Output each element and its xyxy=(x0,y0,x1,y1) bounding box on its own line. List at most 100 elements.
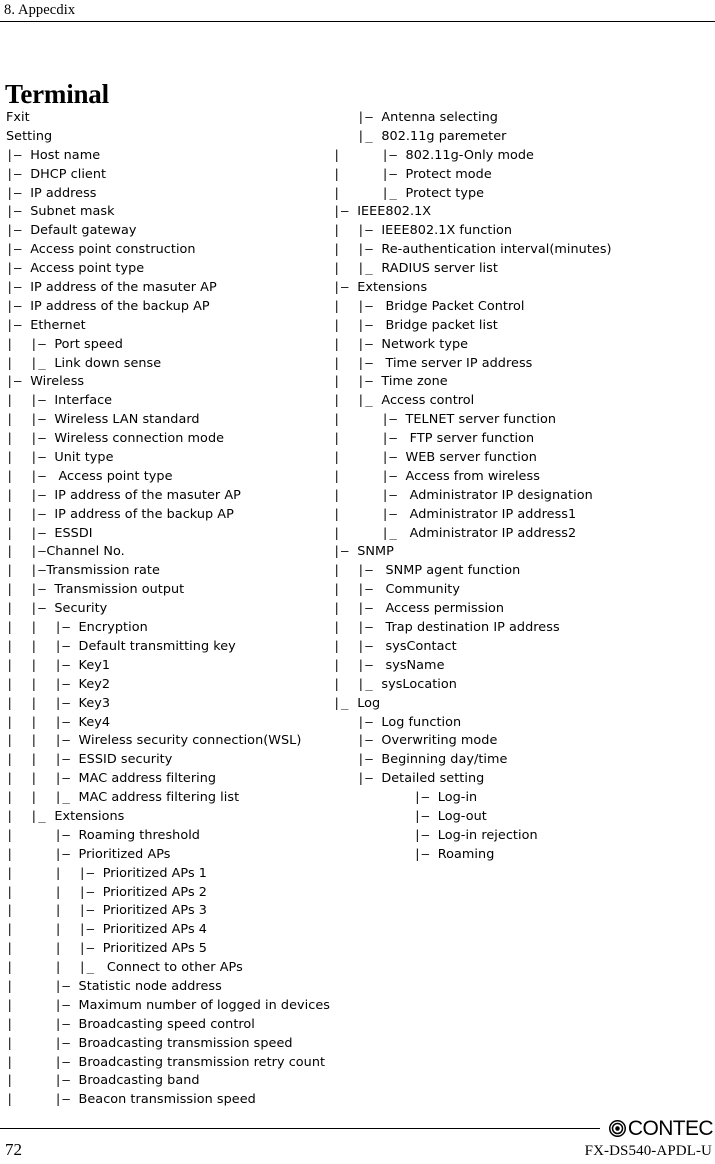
menu-tree-item: | |– Security xyxy=(6,599,326,618)
tree-branch-glyph: | |– xyxy=(333,449,406,465)
tree-branch-glyph: | | |– xyxy=(6,732,79,748)
tree-branch-glyph: |– xyxy=(333,826,438,842)
menu-tree-item-label: Security xyxy=(54,601,108,617)
menu-tree-item-label: Broadcasting transmission retry count xyxy=(78,1054,326,1070)
menu-tree-item: | |– Access permission xyxy=(333,599,713,618)
menu-tree-item-label: Wireless connection mode xyxy=(54,431,225,447)
tree-branch-glyph: | |– xyxy=(6,449,55,465)
tree-branch-glyph: | | |– xyxy=(6,619,79,635)
tree-branch-glyph: | |_ xyxy=(6,807,55,823)
tree-branch-glyph: | |_ xyxy=(333,675,382,691)
menu-tree-item-label: Protect type xyxy=(405,185,485,201)
tree-branch-glyph: | | |– xyxy=(6,940,103,956)
tree-branch-glyph: | | |– xyxy=(6,921,103,937)
tree-branch-glyph: | |– xyxy=(333,165,406,181)
tree-branch-glyph: | |– xyxy=(333,146,406,162)
tree-branch-glyph: |– xyxy=(333,807,438,823)
menu-tree-item: | |_ Link down sense xyxy=(6,354,326,373)
tree-branch-glyph: |– xyxy=(6,203,31,219)
page-footer: CONTEC 72 FX-DS540-APDL-U xyxy=(0,1118,715,1164)
menu-tree-item-label: Log xyxy=(357,695,381,711)
tree-branch-glyph: | | |– xyxy=(6,864,103,880)
tree-branch-glyph: |– xyxy=(333,109,382,124)
menu-tree-item-label: Prioritized APs 3 xyxy=(102,903,207,919)
menu-tree-item-label: Wireless xyxy=(30,374,85,390)
tree-branch-glyph: | |– xyxy=(333,335,382,351)
menu-tree-item: | |– IP address of the backup AP xyxy=(6,505,326,524)
tree-branch-glyph: |– xyxy=(6,297,31,313)
menu-tree-item: | |_ Protect type xyxy=(333,184,713,203)
menu-tree-item: | |– Access point type xyxy=(6,467,326,486)
menu-tree-item-label: IP address of the backup AP xyxy=(54,506,234,522)
menu-tree-item-label: Wireless LAN standard xyxy=(54,412,200,428)
menu-tree-item-label: RADIUS server list xyxy=(381,261,498,277)
tree-branch-glyph: | | |– xyxy=(6,751,79,767)
tree-branch-glyph: | |– xyxy=(6,543,47,559)
tree-branch-glyph: | |_ xyxy=(333,524,406,540)
menu-tree-item-label: Channel No. xyxy=(46,544,125,560)
menu-tree-item: | |– FTP server function xyxy=(333,429,713,448)
menu-tree-item-label: MAC address filtering xyxy=(78,771,217,787)
menu-tree-item-label: IP address of the backup AP xyxy=(30,298,210,314)
tree-branch-glyph: | |– xyxy=(6,392,55,408)
menu-tree-item-label: Connect to other APs xyxy=(102,960,243,976)
menu-tree-item-label: IP address of the masuter AP xyxy=(54,487,241,503)
tree-branch-glyph: | |– xyxy=(6,562,47,578)
menu-tree-item: | |– Wireless connection mode xyxy=(6,429,326,448)
menu-tree-item-label: Key4 xyxy=(78,714,111,730)
menu-tree-item-label: Key1 xyxy=(78,657,111,673)
menu-tree-item: | |– sysName xyxy=(333,656,713,675)
menu-tree-item: | |_ RADIUS server list xyxy=(333,259,713,278)
menu-tree-item-label: Access control xyxy=(381,393,475,409)
menu-tree-item: Setting xyxy=(6,127,326,146)
tree-branch-glyph: | |– xyxy=(333,656,382,672)
menu-tree-item: |_ Log xyxy=(333,694,713,713)
menu-tree-item: |– Log-in xyxy=(333,788,713,807)
tree-branch-glyph: |– xyxy=(333,713,382,729)
menu-tree-item-label: Log function xyxy=(381,714,462,730)
tree-branch-glyph: | |_ xyxy=(6,354,55,370)
menu-tree-item: | |– Broadcasting band xyxy=(6,1071,326,1090)
menu-tree-item: | | |_ Connect to other APs xyxy=(6,958,326,977)
menu-tree-item-label: Extensions xyxy=(54,808,125,824)
tree-branch-glyph: |– xyxy=(333,845,438,861)
tree-branch-glyph: | |– xyxy=(6,600,55,616)
tree-branch-glyph: | |– xyxy=(333,600,382,616)
menu-tree-item: | |– Maximum number of logged in devices xyxy=(6,996,330,1015)
menu-tree-item: |– Log-out xyxy=(333,807,713,826)
menu-tree-item: |– Wireless xyxy=(6,372,326,391)
tree-branch-glyph: | |– xyxy=(6,505,55,521)
menu-tree-item: | |– Administrator IP designation xyxy=(333,486,713,505)
menu-tree-item-label: TELNET server function xyxy=(405,412,557,428)
menu-tree-item: | | |– Prioritized APs 4 xyxy=(6,920,326,939)
menu-tree-item-label: Administrator IP address2 xyxy=(405,525,577,541)
menu-tree-item-label: Prioritized APs 1 xyxy=(102,865,207,881)
tree-branch-glyph: |– xyxy=(333,789,438,805)
menu-tree-item: |– IP address xyxy=(6,184,326,203)
menu-tree-item: | |– SNMP agent function xyxy=(333,561,713,580)
menu-tree-item: |– Log function xyxy=(333,713,713,732)
menu-tree-item: | |– Prioritized APs xyxy=(6,845,326,864)
menu-tree-item: | |– Interface xyxy=(6,391,326,410)
menu-tree-item-label: Extensions xyxy=(357,280,428,296)
menu-tree-item-label: Protect mode xyxy=(405,166,492,182)
menu-tree-item-label: Access permission xyxy=(381,601,505,617)
menu-tree-item-label: Trap destination IP address xyxy=(381,620,560,636)
menu-tree-item: | |– ESSDI xyxy=(6,524,326,543)
menu-tree-item: |– IEEE802.1X xyxy=(333,202,713,221)
tree-branch-glyph: | |– xyxy=(333,297,382,313)
tree-branch-glyph: | |– xyxy=(6,1015,79,1031)
menu-tree-item-label: Default transmitting key xyxy=(78,638,236,654)
tree-branch-glyph: | |– xyxy=(6,845,79,861)
menu-tree-item: | | |– MAC address filtering xyxy=(6,769,326,788)
tree-branch-glyph: | | |– xyxy=(6,675,79,691)
menu-tree-item-label: Bridge packet list xyxy=(381,317,498,333)
menu-tree-item: | |– Wireless LAN standard xyxy=(6,410,326,429)
menu-tree-item: | |– TELNET server function xyxy=(333,410,713,429)
menu-tree-item-label: FTP server function xyxy=(405,431,535,447)
menu-tree-item: | | |– Key1 xyxy=(6,656,326,675)
tree-branch-glyph: | | |– xyxy=(6,656,79,672)
menu-tree-item: | |– Beacon transmission speed xyxy=(6,1090,326,1109)
menu-tree-item-label: MAC address filtering list xyxy=(78,790,240,806)
page-number: 72 xyxy=(5,1140,22,1159)
